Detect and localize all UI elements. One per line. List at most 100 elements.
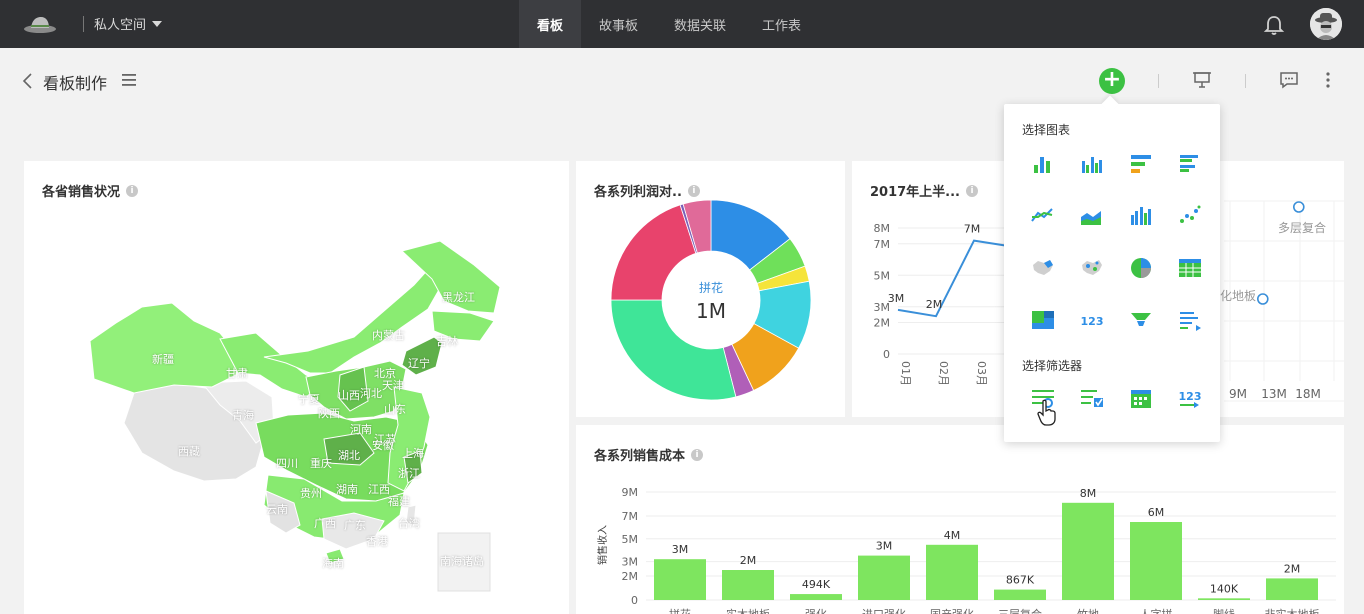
checkbox-filter-option[interactable] [1067,372,1116,424]
map-province-label: 山西 [338,389,360,402]
data-label: 2M [926,298,943,311]
treemap-option[interactable] [1018,294,1067,346]
nav-tab[interactable]: 故事板 [581,0,656,48]
scatter-point [1292,201,1305,213]
line-chart-icon [1030,208,1053,222]
map-province-label: 宁夏 [298,393,320,406]
top-navigation-bar: 私人空间 看板 故事板 数据关联 工作表 [0,0,1364,48]
map-province-label: 香港 [366,535,388,548]
pie-chart-icon [1130,258,1151,278]
page-title: 看板制作 [43,74,108,93]
comment-icon[interactable] [1279,70,1299,90]
data-label: 6M [1148,506,1165,519]
x-tick-label: 13M [1261,387,1287,401]
avatar[interactable] [1310,8,1342,40]
map-province-label: 山东 [384,403,406,416]
map-province-label: 河南 [350,423,372,436]
treemap-icon [1031,311,1054,329]
x-tick-label: 进口强化 [862,607,906,614]
menu-icon[interactable] [122,74,136,86]
present-icon[interactable] [1192,70,1212,90]
line-chart-option[interactable] [1018,190,1067,242]
data-label: 494K [802,578,831,591]
pie-chart-option[interactable] [1116,242,1165,294]
x-tick-label: 人字拼 [1140,607,1173,614]
point-label: 多层复合 [1278,220,1326,235]
number-filter-option[interactable]: 123 [1165,372,1214,424]
grouped-bar-option[interactable] [1067,138,1116,190]
bar-card[interactable]: 各系列销售成本 i 02M3M5M7M9M销售收入3M拼花2M实木地板494K强… [576,425,1344,614]
y-tick-label: 7M [874,238,891,251]
number-filter-icon: 123 [1178,390,1201,408]
logo-icon[interactable] [22,12,58,36]
grouped-horizontal-bar-option[interactable] [1165,138,1214,190]
back-arrow-icon[interactable] [20,72,34,90]
map-province-label: 浙江 [398,467,420,480]
board-header: 看板制作 + [0,48,1364,110]
number-option[interactable]: 123 [1067,294,1116,346]
donut-card[interactable]: 各系列利润对.. i 拼花 1M [576,161,845,417]
grouped-horizontal-bar-icon [1179,155,1198,172]
progress-bar-option[interactable] [1165,294,1214,346]
funnel-option[interactable] [1116,294,1165,346]
map-province-label: 甘肃 [226,367,248,380]
chart-picker-popover: 选择图表 123 选择筛选器 123 [1004,95,1220,442]
y-axis-label: 销售收入 [596,525,609,565]
progress-bar-icon [1179,312,1201,331]
map-province-label: 辽宁 [408,357,430,370]
divider [1245,74,1246,88]
line-chart: 02M3M5M7M8M3M 2M7M01月 02月 03月 [874,222,1024,386]
add-component-button[interactable]: + [1099,68,1125,94]
map-province-label: 吉林 [436,335,458,348]
dot-map-option[interactable] [1067,242,1116,294]
map-province-label: 四川 [276,457,298,470]
map-province-label: 江西 [368,483,390,496]
scatter-option[interactable] [1165,190,1214,242]
bar [1198,598,1250,600]
bar-chart-icon [1033,157,1050,173]
point-label: 化地板 [1220,289,1256,303]
x-tick-label: 强化 [805,607,827,614]
map-province-label: 南海诸岛 [440,555,484,568]
x-tick-label: 拼花 [669,607,691,614]
date-filter-icon [1130,390,1151,408]
chart-type-grid: 123 [1018,138,1214,346]
bar-chart-option[interactable] [1018,138,1067,190]
nav-tab[interactable]: 工作表 [744,0,819,48]
nav-tab[interactable]: 看板 [519,0,582,48]
x-tick-label: 9M [1229,387,1247,401]
map-card[interactable]: 各省销售状况 i 黑龙江 吉林 内蒙古 辽宁 北京 天津 新疆 甘肃 宁夏 山西 河北 陕西 山东 青海河… [24,161,569,614]
x-tick-label: 非实木地板 [1265,607,1320,614]
bar [858,555,910,600]
nav-tab[interactable]: 数据关联 [656,0,744,48]
data-label: 4M [944,529,961,542]
y-tick-label: 2M [874,317,891,330]
date-filter-option[interactable] [1116,372,1165,424]
workspace-switcher[interactable]: 私人空间 [94,14,163,33]
multi-bar-option[interactable] [1116,190,1165,242]
data-label: 2M [740,554,757,567]
y-tick-label: 2M [622,570,639,583]
map-province-label: 青海 [232,409,254,422]
more-vertical-icon[interactable] [1318,70,1338,90]
x-tick-label: 18M [1295,387,1321,401]
y-tick-label: 5M [874,269,891,282]
map-province-label: 黑龙江 [442,291,475,304]
chevron-down-icon [152,20,163,27]
map-province-label: 安徽 [372,439,394,452]
horizontal-bar-option[interactable] [1116,138,1165,190]
map-icon [1032,260,1053,275]
divider [83,16,84,32]
map-province-label: 上海 [402,447,424,460]
table-option[interactable] [1165,242,1214,294]
bar [1266,578,1318,600]
map-province-label: 湖北 [338,449,360,462]
line-card[interactable]: 2017年上半... i 0 2M 3M 5M 7M 8M 3M 2M 7M 01月 02月 03月 [852,161,1024,417]
map-province-label: 天津 [382,379,404,392]
bell-icon[interactable] [1263,14,1285,36]
multi-bar-icon [1130,207,1151,225]
x-tick-label: 03月 [975,361,988,386]
area-chart-option[interactable] [1067,190,1116,242]
data-label: 3M [672,543,689,556]
map-option[interactable] [1018,242,1067,294]
